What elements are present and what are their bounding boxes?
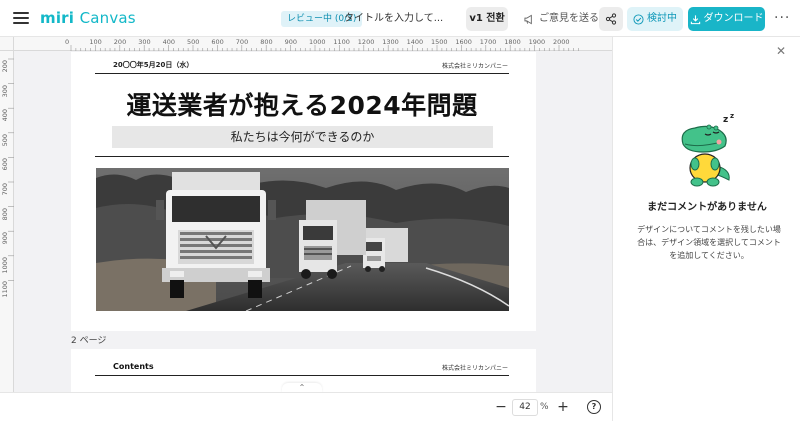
ruler-h-label: 1300 xyxy=(382,38,399,46)
chevron-up-icon: ⌃ xyxy=(298,383,306,392)
ruler-h-label: 900 xyxy=(284,38,298,46)
ruler-v-label: 200 xyxy=(1,60,9,73)
ruler-h-label: 300 xyxy=(138,38,151,46)
ruler-v-label: 600 xyxy=(1,158,9,171)
svg-text:z: z xyxy=(723,115,728,125)
page2-top-rule xyxy=(95,375,509,376)
review-label: 検討中 xyxy=(647,13,677,24)
download-label: ダウンロード xyxy=(703,13,764,24)
truck-photo[interactable] xyxy=(96,168,509,311)
feedback-button[interactable]: ご意見を送る xyxy=(518,7,605,31)
ruler-v-label: 800 xyxy=(1,207,9,221)
zoom-unit: % xyxy=(540,402,549,412)
ruler-h-label: 1000 xyxy=(309,38,326,46)
zoom-level-input[interactable]: 42 xyxy=(512,399,538,416)
zoom-in-button[interactable]: + xyxy=(555,398,571,416)
ruler-h-label: 1100 xyxy=(333,38,350,46)
empty-comments-description: デザインについてコメントを残したい場合は、デザイン領域を選択してコメントを追加し… xyxy=(637,225,781,260)
logo-text-canvas: Canvas xyxy=(79,9,136,27)
sleeping-crocodile-mascot: z z xyxy=(681,112,734,187)
ruler-h-label: 1400 xyxy=(406,38,424,46)
ruler-h-label: 200 xyxy=(113,38,127,46)
page1-headline: 運送業者が抱える2024年問題 xyxy=(126,91,478,120)
ruler-v-label: 1100 xyxy=(1,281,9,298)
close-icon[interactable]: ✕ xyxy=(776,44,786,58)
download-icon xyxy=(690,14,700,24)
help-icon[interactable]: ? xyxy=(587,400,601,414)
ruler-h-label: 100 xyxy=(89,38,102,46)
ruler-h-label: 1200 xyxy=(357,38,375,46)
megaphone-icon xyxy=(524,14,532,24)
ruler-v-label: 700 xyxy=(1,183,9,196)
vertical-ruler: 200 300 400 500 600 700 800 900 1000 1100 xyxy=(0,51,14,392)
svg-text:z: z xyxy=(730,112,734,120)
hamburger-menu-icon[interactable] xyxy=(13,10,29,26)
ruler-h-label: 600 xyxy=(211,38,224,46)
ruler-v-label: 300 xyxy=(1,84,9,98)
horizontal-ruler: 0 100 200 300 400 500 600 700 800 900 1000 1100 1200… xyxy=(14,37,612,51)
ruler-h-label: 1600 xyxy=(455,38,472,46)
ruler-h-label: 700 xyxy=(235,38,249,46)
page-1[interactable]: 20〇〇年5月20日（水） 株式会社ミリカンパニー 運送業者が抱える2024年問… xyxy=(71,52,536,331)
review-button[interactable]: 検討中 xyxy=(627,7,683,31)
empty-comments-title: まだコメントがありません xyxy=(647,202,767,213)
truck-photo-illustration xyxy=(96,168,509,311)
feedback-label: ご意見を送る xyxy=(539,13,599,24)
ruler-v-label: 400 xyxy=(1,109,9,122)
ruler-h-label: 500 xyxy=(187,38,200,46)
app-logo[interactable]: miri Canvas xyxy=(40,9,136,27)
ruler-h-label: 1700 xyxy=(479,38,497,46)
comment-panel: ✕ z z まだコメントがありません デザインについてコメントを残したい場合は、… xyxy=(612,37,800,421)
more-options-icon[interactable]: ··· xyxy=(774,7,790,31)
ruler-v-label: 900 xyxy=(1,232,9,245)
version-switch-button[interactable]: v1 전환 xyxy=(466,7,508,31)
ruler-h-label: 400 xyxy=(162,38,176,46)
share-button[interactable] xyxy=(599,7,623,31)
ruler-v-label: 1000 xyxy=(1,256,9,274)
ruler-h-label: 1900 xyxy=(528,38,546,46)
bottom-toolbar: − 42 % + ? xyxy=(0,392,612,421)
ruler-h-label: 0 xyxy=(65,38,70,46)
ruler-h-label: 2000 xyxy=(553,38,570,46)
page1-date: 20〇〇年5月20日（水） xyxy=(113,61,194,69)
ruler-corner xyxy=(0,37,14,51)
ruler-h-label: 1800 xyxy=(504,38,521,46)
ruler-h-label: 1500 xyxy=(431,38,448,46)
share-icon xyxy=(605,13,617,25)
ruler-v-label: 500 xyxy=(1,133,9,147)
page-panel-toggle[interactable]: ⌃ xyxy=(282,383,322,392)
page1-company: 株式会社ミリカンパニー xyxy=(441,63,508,70)
check-circle-icon xyxy=(633,13,644,25)
design-canvas[interactable]: 0 100 200 300 400 500 600 700 800 900 1000 1100 1200… xyxy=(0,37,612,392)
vertical-ruler-ticks xyxy=(8,58,14,281)
download-button[interactable]: ダウンロード xyxy=(688,7,765,31)
document-title[interactable]: タイトルを入力して... xyxy=(344,11,443,27)
page1-subtitle: 私たちは今何ができるのか xyxy=(112,126,493,148)
logo-text-miri: miri xyxy=(40,9,75,27)
page2-contents-heading: Contents xyxy=(113,362,154,371)
page-2-label: 2 ページ xyxy=(71,336,107,346)
ruler-h-label: 800 xyxy=(260,38,273,46)
page2-company: 株式会社ミリカンパニー xyxy=(441,365,508,372)
zoom-out-button[interactable]: − xyxy=(493,398,509,416)
page1-bottom-rule xyxy=(95,156,509,157)
page1-top-rule xyxy=(95,73,509,74)
top-header: miri Canvas レビュー中 (0/1) タイトルを入力して... v1 … xyxy=(0,0,800,37)
